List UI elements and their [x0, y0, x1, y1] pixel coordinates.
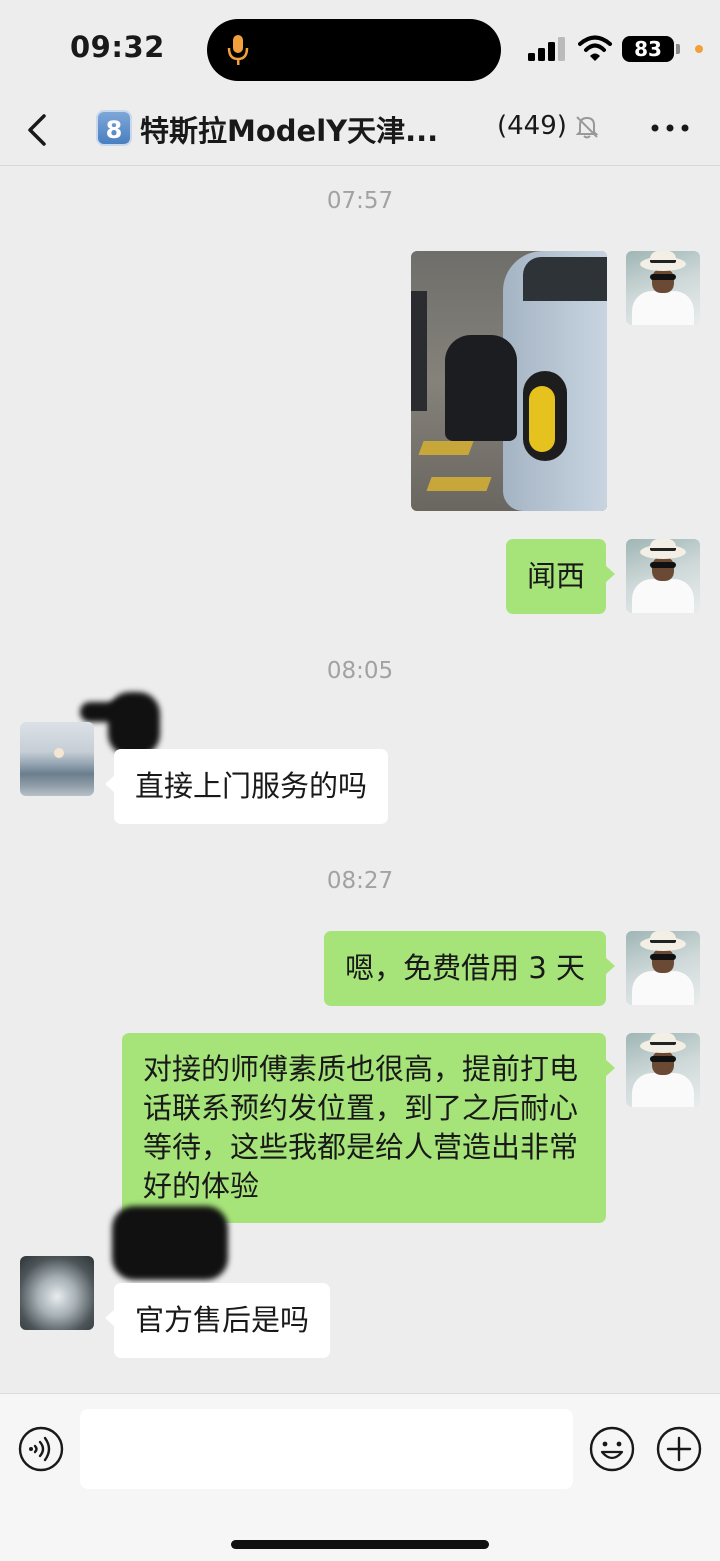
avatar-detail [632, 971, 694, 1005]
received-message-bubble[interactable]: 官方售后是吗 [104, 1283, 331, 1358]
avatar-detail [54, 748, 64, 758]
message-timestamp: 07:57 [326, 188, 394, 214]
more-options-icon[interactable] [650, 122, 690, 134]
self-message-bubble[interactable]: 对接的师傅素质也很高，提前打电话联系预约发位置，到了之后耐心等待，这些我都是给人… [122, 1033, 615, 1223]
avatar-detail [650, 539, 676, 551]
message-text-input[interactable] [80, 1409, 573, 1489]
status-time: 09:32 [70, 30, 165, 64]
image-message[interactable] [411, 251, 607, 511]
avatar-detail [650, 562, 676, 568]
message-timestamp: 08:27 [326, 868, 394, 894]
battery-tip [676, 44, 680, 54]
home-indicator[interactable] [231, 1540, 489, 1549]
redacted-sender-name [108, 692, 160, 756]
photo-car-window [523, 257, 607, 301]
muted-bell-icon [575, 116, 599, 139]
avatar-detail [650, 1033, 676, 1045]
avatar-detail [650, 1056, 676, 1062]
avatar-detail [632, 579, 694, 613]
self-avatar[interactable] [626, 931, 700, 1005]
sender-avatar[interactable] [20, 722, 94, 796]
status-bar: 09:32 83 [0, 0, 720, 96]
avatar-detail [652, 269, 674, 293]
avatar-detail [632, 291, 694, 325]
avatar-detail [650, 274, 676, 280]
dynamic-island [207, 19, 501, 81]
photo-mechanic [445, 335, 517, 441]
message-input-bar [0, 1393, 720, 1561]
received-message-bubble[interactable]: 直接上门服务的吗 [104, 749, 389, 824]
self-message-bubble[interactable]: 嗯，免费借用 3 天 [324, 931, 615, 1006]
avatar-detail [650, 954, 676, 960]
add-attachment-icon[interactable] [656, 1426, 702, 1472]
battery-level: 83 [622, 36, 674, 62]
avatar-detail [652, 557, 674, 581]
privacy-indicator-dot [695, 45, 703, 53]
avatar-detail [652, 1051, 674, 1075]
microphone-icon [227, 35, 249, 65]
photo-detail [418, 441, 474, 455]
member-count: (449) [497, 111, 567, 141]
self-avatar[interactable] [626, 1033, 700, 1107]
photo-yellow-rim [529, 386, 555, 452]
photo-detail [426, 477, 492, 491]
self-avatar[interactable] [626, 251, 700, 325]
back-arrow-icon[interactable] [22, 110, 52, 150]
self-avatar[interactable] [626, 539, 700, 613]
cellular-signal-icon [528, 37, 565, 61]
avatar-detail [650, 251, 676, 263]
avatar-detail [652, 949, 674, 973]
chat-title[interactable]: 特斯拉ModelY天津... [140, 108, 480, 150]
group-number-badge: 8 [96, 110, 132, 146]
voice-input-icon[interactable] [18, 1426, 64, 1472]
avatar-detail [632, 1073, 694, 1107]
wifi-icon [578, 35, 612, 61]
message-timestamp: 08:05 [326, 658, 394, 684]
redacted-sender-name [112, 1206, 228, 1280]
photo-detail [411, 291, 427, 411]
emoji-icon[interactable] [589, 1426, 635, 1472]
avatar-detail [650, 931, 676, 943]
self-message-bubble[interactable]: 闻西 [505, 539, 616, 614]
sender-avatar[interactable] [20, 1256, 94, 1330]
chat-header: 8 特斯拉ModelY天津... (449) [0, 96, 720, 166]
